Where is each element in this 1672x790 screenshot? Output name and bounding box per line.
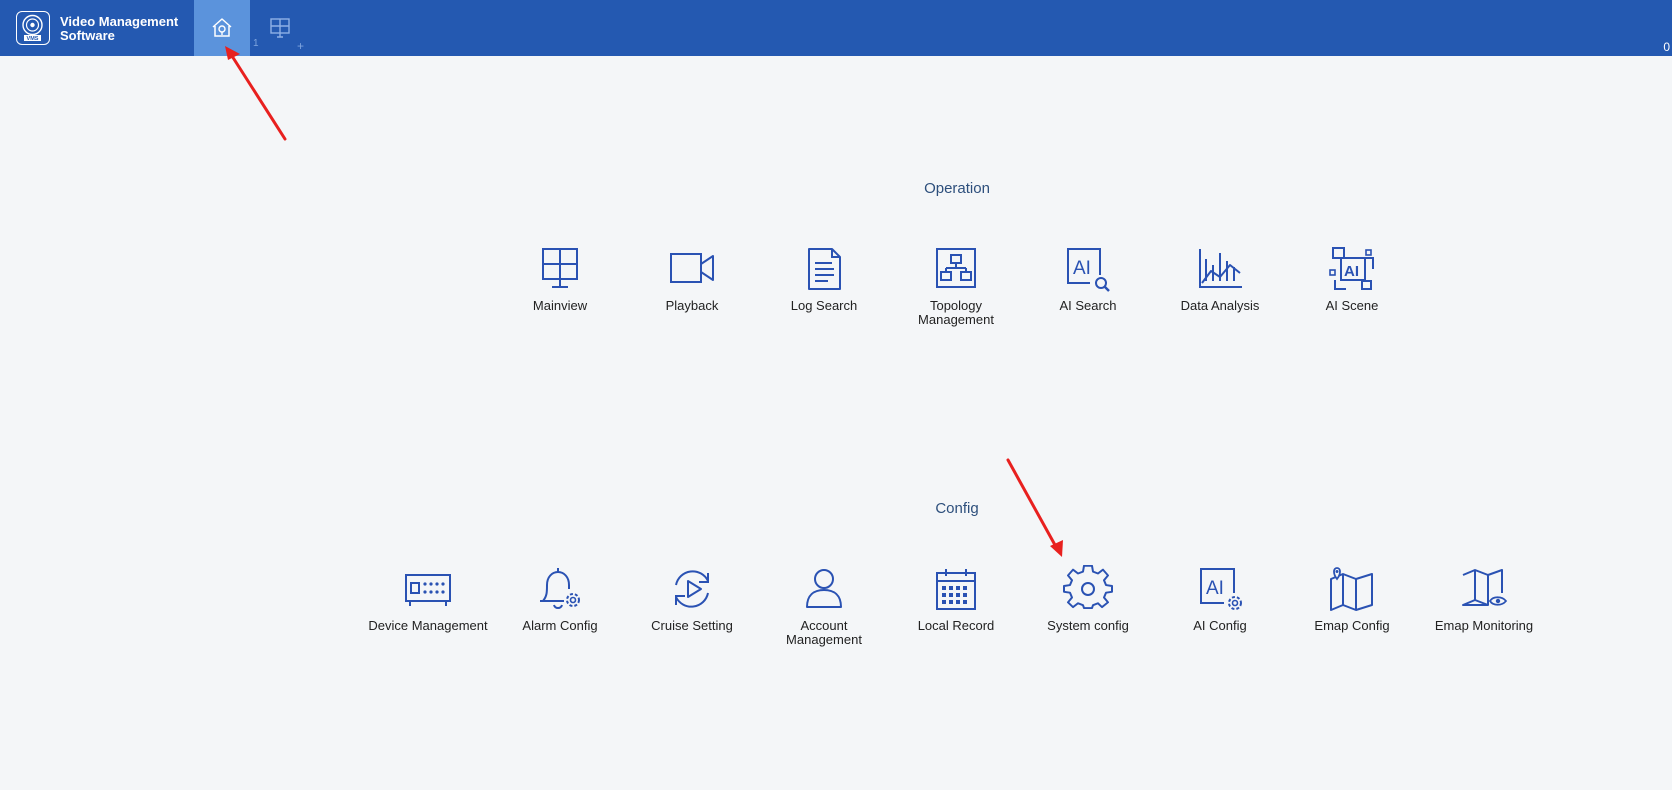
tile-label: AI Search	[1059, 298, 1117, 313]
tile-data-analysis[interactable]: Data Analysis	[1160, 245, 1280, 313]
tab-index: 1	[253, 38, 259, 49]
view-grid-icon	[270, 18, 290, 38]
tile-label: Alarm Config	[522, 618, 598, 633]
tile-label: Cruise Setting	[651, 618, 733, 633]
annotation-arrows	[225, 46, 1063, 557]
tile-label: Device Management	[368, 618, 488, 633]
tile-ai-config[interactable]: AI AI Config	[1160, 565, 1280, 633]
tile-label: AI Config	[1193, 618, 1247, 633]
annotation-arrow-home	[225, 46, 287, 141]
tile-label: Topology Management	[918, 298, 994, 327]
account-icon	[806, 569, 842, 608]
ai-config-icon: AI	[1200, 568, 1242, 610]
tile-alarm-config[interactable]: Alarm Config	[500, 565, 620, 633]
home-icon	[212, 18, 232, 37]
gear-icon	[1063, 565, 1113, 610]
tile-emap-monitoring[interactable]: Emap Monitoring	[1424, 565, 1544, 633]
app-logo-icon: VMS	[16, 11, 50, 45]
tile-ai-search[interactable]: AI AI Search	[1028, 245, 1148, 313]
tile-playback[interactable]: Playback	[632, 245, 752, 313]
svg-text:AI: AI	[1206, 578, 1224, 599]
ai-scene-icon: AI	[1329, 247, 1374, 290]
tile-account-management[interactable]: Account Management	[764, 565, 884, 647]
log-search-icon	[808, 248, 841, 290]
data-analysis-icon	[1199, 249, 1242, 288]
calendar-icon	[936, 569, 976, 610]
alarm-icon	[540, 568, 580, 609]
home-tab[interactable]	[194, 0, 250, 56]
tile-label: Local Record	[917, 618, 995, 633]
tile-device-management[interactable]: Device Management	[368, 565, 488, 633]
emap-config-icon	[1330, 567, 1373, 611]
tile-label: System config	[1047, 618, 1129, 633]
tile-emap-config[interactable]: Emap Config	[1292, 565, 1412, 633]
add-tab-button[interactable]: +	[297, 39, 304, 53]
tile-system-config[interactable]: System config	[1028, 565, 1148, 633]
tile-label: Playback	[665, 298, 719, 313]
svg-text:AI: AI	[1344, 263, 1359, 280]
top-bar: VMS Video Management Software 1 + 0	[0, 0, 1672, 56]
tile-label: Account Management	[786, 618, 862, 647]
operation-section-title: Operation	[924, 180, 990, 197]
corner-value: 0	[1663, 40, 1670, 54]
tile-mainview[interactable]: Mainview	[500, 245, 620, 313]
tile-topology-management[interactable]: Topology Management	[896, 245, 1016, 327]
svg-text:AI: AI	[1073, 258, 1091, 279]
cruise-icon	[675, 570, 709, 608]
tile-label: Data Analysis	[1180, 298, 1260, 313]
playback-icon	[670, 253, 714, 283]
tile-label: Emap Config	[1314, 618, 1390, 633]
ai-search-icon: AI	[1067, 248, 1110, 292]
tile-label: AI Scene	[1325, 298, 1379, 313]
tile-label: Mainview	[532, 298, 588, 313]
live-view-tab[interactable]	[264, 12, 296, 44]
tile-cruise-setting[interactable]: Cruise Setting	[632, 565, 752, 633]
mainview-icon	[542, 248, 578, 288]
tile-local-record[interactable]: Local Record	[896, 565, 1016, 633]
tile-label: Log Search	[790, 298, 858, 313]
emap-monitoring-icon	[1462, 569, 1508, 606]
tile-label: Emap Monitoring	[1434, 618, 1534, 633]
topology-icon	[936, 248, 976, 288]
device-icon	[405, 574, 451, 606]
app-title: Video Management Software	[60, 14, 179, 43]
tile-ai-scene[interactable]: AI AI Scene	[1292, 245, 1412, 313]
logo-text: VMS	[27, 36, 39, 42]
tile-log-search[interactable]: Log Search	[764, 245, 884, 313]
config-section-title: Config	[935, 500, 979, 517]
